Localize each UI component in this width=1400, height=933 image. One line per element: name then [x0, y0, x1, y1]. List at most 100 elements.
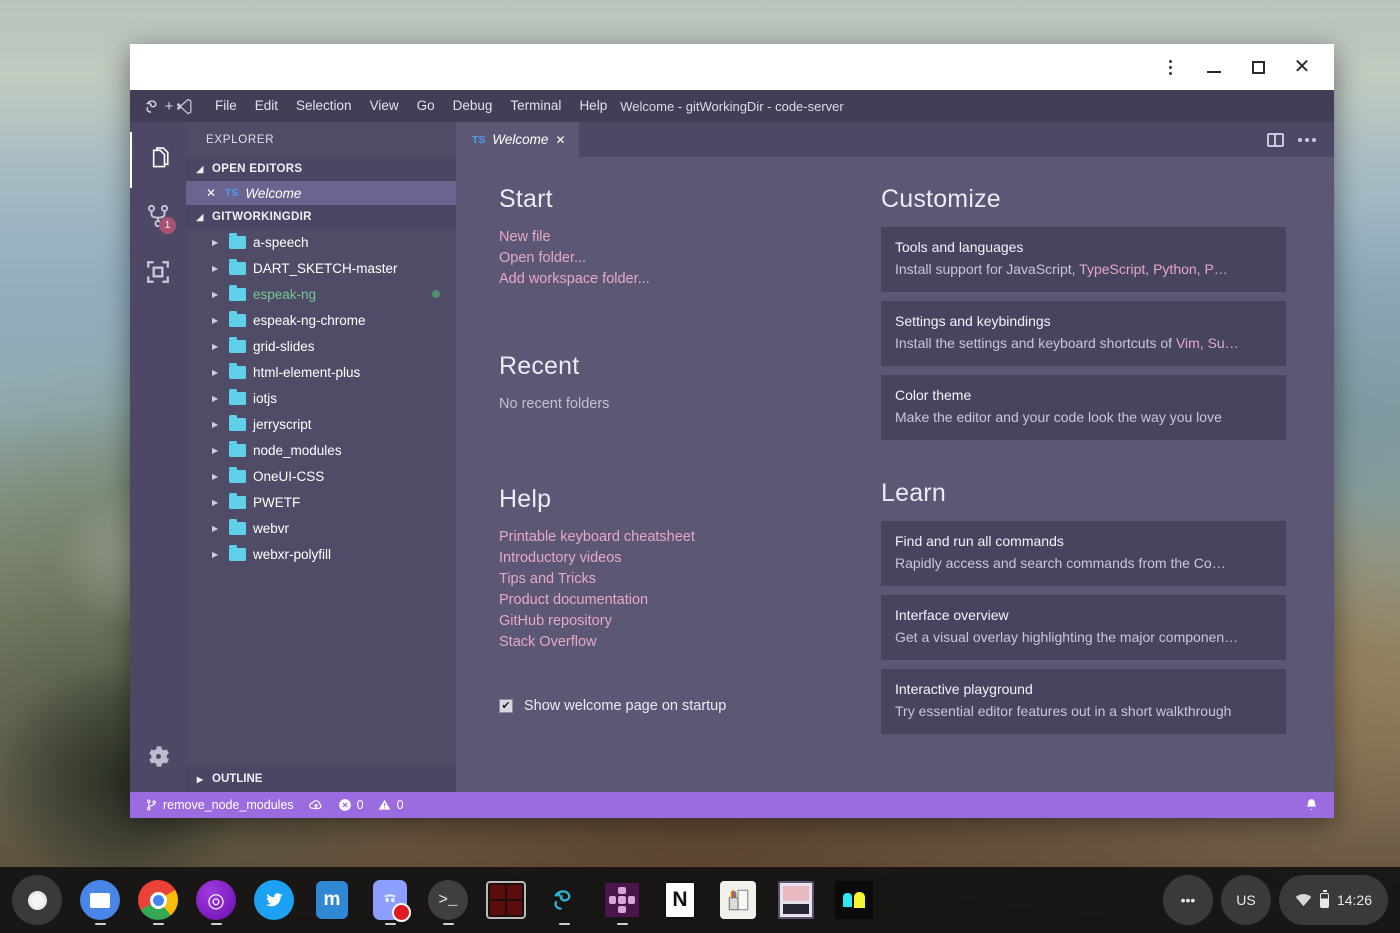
card-title: Interface overview: [895, 607, 1272, 623]
shelf-app-chrome[interactable]: [132, 872, 184, 928]
chevron-right-icon: ▶: [212, 264, 222, 273]
menu-view[interactable]: View: [361, 90, 408, 122]
card-tools-and-languages[interactable]: Tools and languages Install support for …: [881, 227, 1286, 292]
menu-go[interactable]: Go: [408, 90, 444, 122]
shelf-app-discord[interactable]: [364, 872, 416, 928]
tree-row[interactable]: ▶ webvr: [186, 515, 456, 541]
tree-row[interactable]: ▶ espeak-ng-chrome: [186, 307, 456, 333]
notion-icon: N: [660, 880, 700, 920]
vscode-logo-icon: [176, 98, 193, 115]
help-videos-link[interactable]: Introductory videos: [499, 548, 826, 569]
tree-row[interactable]: ▶ node_modules: [186, 437, 456, 463]
shelf-app-retro-game[interactable]: [828, 872, 880, 928]
coder-icon: [544, 880, 584, 920]
menu-debug[interactable]: Debug: [444, 90, 502, 122]
status-notifications[interactable]: [1297, 792, 1326, 818]
card-interface-overview[interactable]: Interface overview Get a visual overlay …: [881, 595, 1286, 660]
running-indicator: [559, 923, 570, 925]
shelf-app-terminal[interactable]: >_: [422, 872, 474, 928]
warning-icon: [377, 798, 392, 812]
chevron-right-icon: ▶: [212, 524, 222, 533]
shelf-app-purple-chat[interactable]: ◎: [190, 872, 242, 928]
status-tray-button[interactable]: 14:26: [1279, 875, 1388, 925]
recent-empty-message: No recent folders: [499, 394, 826, 415]
status-problems[interactable]: 0 0: [331, 792, 411, 818]
workspace-header[interactable]: ◢ GITWORKINGDIR: [186, 205, 456, 229]
shelf-app-audio-editor[interactable]: [770, 872, 822, 928]
tree-item-label: webxr-polyfill: [253, 547, 331, 562]
open-editors-header[interactable]: ◢ OPEN EDITORS: [186, 157, 456, 181]
shelf-app-slack[interactable]: [596, 872, 648, 928]
shelf-app-files[interactable]: [74, 872, 126, 928]
more-actions-icon[interactable]: [1298, 138, 1316, 142]
menu-terminal[interactable]: Terminal: [501, 90, 570, 122]
tree-item-label: a-speech: [253, 235, 309, 250]
help-github-link[interactable]: GitHub repository: [499, 611, 826, 632]
close-icon[interactable]: ✕: [206, 186, 218, 200]
status-sync[interactable]: [301, 792, 331, 818]
chevron-down-icon: ◢: [194, 212, 206, 223]
keyboard-layout-button[interactable]: US: [1221, 875, 1271, 925]
show-welcome-label: Show welcome page on startup: [524, 698, 726, 714]
chevron-right-icon: ▶: [212, 238, 222, 247]
activity-settings[interactable]: [130, 728, 186, 784]
open-editor-row[interactable]: ✕ TS Welcome: [186, 181, 456, 205]
menu-selection[interactable]: Selection: [287, 90, 361, 122]
open-editors-list: ✕ TS Welcome: [186, 181, 456, 205]
help-tips-link[interactable]: Tips and Tricks: [499, 569, 826, 590]
running-indicator: [95, 923, 106, 925]
tree-row[interactable]: ▶ iotjs: [186, 385, 456, 411]
window-menu-button[interactable]: [1148, 47, 1192, 87]
tab-welcome[interactable]: TS Welcome ✕: [456, 122, 579, 157]
activity-source-control[interactable]: 1: [130, 188, 186, 244]
chevron-right-icon: ▶: [212, 498, 222, 507]
overflow-button[interactable]: •••: [1163, 875, 1213, 925]
start-open-folder-link[interactable]: Open folder...: [499, 248, 826, 269]
help-stackoverflow-link[interactable]: Stack Overflow: [499, 632, 826, 653]
tree-row[interactable]: ▶ grid-slides: [186, 333, 456, 359]
outline-header[interactable]: ▶ OUTLINE: [186, 766, 456, 792]
minimize-button[interactable]: [1192, 47, 1236, 87]
shelf-app-coder[interactable]: [538, 872, 590, 928]
show-welcome-checkbox[interactable]: ✔: [499, 699, 513, 713]
tree-row[interactable]: ▶ a-speech: [186, 229, 456, 255]
chevron-right-icon: ▶: [212, 342, 222, 351]
tree-row[interactable]: ▶ PWETF: [186, 489, 456, 515]
tree-row[interactable]: ▶ espeak-ng: [186, 281, 456, 307]
shelf-app-gimp[interactable]: [712, 872, 764, 928]
tree-row[interactable]: ▶ DART_SKETCH-master: [186, 255, 456, 281]
menu-help[interactable]: Help: [570, 90, 616, 122]
shelf-app-notion[interactable]: N: [654, 872, 706, 928]
help-docs-link[interactable]: Product documentation: [499, 590, 826, 611]
close-icon[interactable]: ✕: [555, 133, 567, 147]
files-icon: [145, 147, 171, 173]
activity-extensions[interactable]: [130, 244, 186, 300]
twitter-icon: [254, 880, 294, 920]
discord-icon: [370, 880, 410, 920]
start-add-workspace-folder-link[interactable]: Add workspace folder...: [499, 269, 826, 290]
close-button[interactable]: ✕: [1280, 47, 1324, 87]
card-color-theme[interactable]: Color theme Make the editor and your cod…: [881, 375, 1286, 440]
menu-edit[interactable]: Edit: [246, 90, 287, 122]
activity-explorer[interactable]: [130, 132, 186, 188]
status-branch[interactable]: remove_node_modules: [138, 792, 301, 818]
tree-row[interactable]: ▶ OneUI-CSS: [186, 463, 456, 489]
shelf-app-red-terminal[interactable]: [480, 872, 532, 928]
help-cheatsheet-link[interactable]: Printable keyboard cheatsheet: [499, 527, 826, 548]
show-welcome-on-startup-row[interactable]: ✔ Show welcome page on startup: [499, 698, 826, 714]
card-find-and-run-all-commands[interactable]: Find and run all commands Rapidly access…: [881, 521, 1286, 586]
tree-row[interactable]: ▶ html-element-plus: [186, 359, 456, 385]
start-new-file-link[interactable]: New file: [499, 227, 826, 248]
folder-icon: [229, 496, 246, 509]
card-settings-and-keybindings[interactable]: Settings and keybindings Install the set…: [881, 301, 1286, 366]
shelf-app-mastodon[interactable]: m: [306, 872, 358, 928]
battery-icon: [1320, 893, 1329, 908]
menu-file[interactable]: File: [206, 90, 246, 122]
tree-row[interactable]: ▶ webxr-polyfill: [186, 541, 456, 567]
maximize-button[interactable]: [1236, 47, 1280, 87]
split-editor-icon[interactable]: [1267, 133, 1284, 147]
shelf-app-twitter[interactable]: [248, 872, 300, 928]
tree-row[interactable]: ▶ jerryscript: [186, 411, 456, 437]
launcher-button[interactable]: [12, 875, 62, 925]
card-interactive-playground[interactable]: Interactive playground Try essential edi…: [881, 669, 1286, 734]
